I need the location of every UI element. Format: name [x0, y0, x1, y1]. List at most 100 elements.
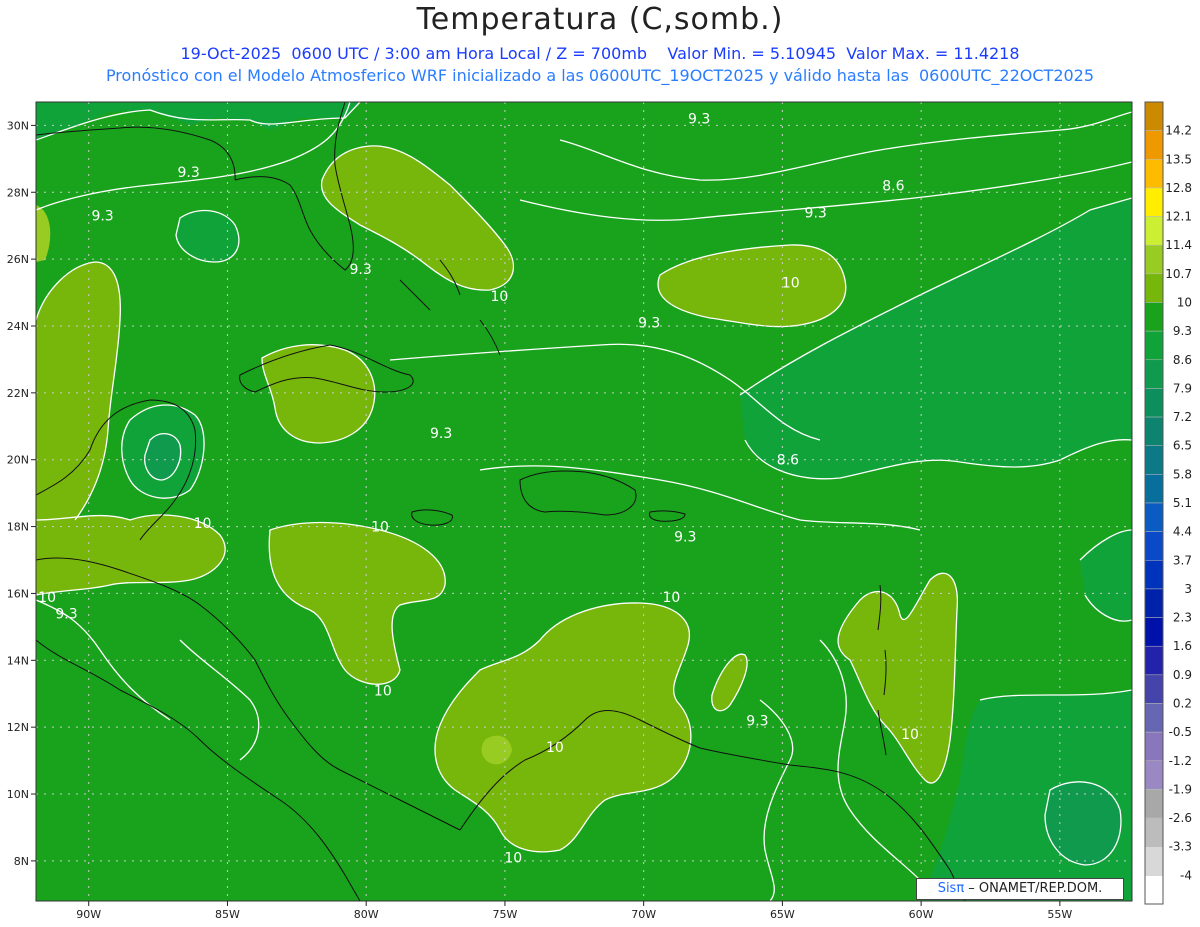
- contour-label: 10: [194, 516, 212, 532]
- colorbar-label: 8.6: [1173, 353, 1192, 367]
- contour-label: 9.3: [746, 713, 768, 729]
- contour-label: 9.3: [177, 165, 199, 181]
- contour-label: 9.3: [674, 530, 696, 546]
- colorbar-swatch: [1144, 187, 1164, 217]
- contour-label: 9.3: [55, 606, 77, 622]
- longitude-tick-label: 70W: [631, 908, 656, 921]
- latitude-tick-label: 28N: [7, 186, 29, 199]
- contour-label: 10: [38, 590, 56, 606]
- colorbar-swatch: [1144, 789, 1164, 819]
- latitude-tick-label: 12N: [7, 721, 29, 734]
- colorbar-swatch: [1144, 817, 1164, 847]
- colorbar-swatch: [1144, 531, 1164, 561]
- colorbar-swatch: [1144, 474, 1164, 504]
- colorbar-label: 7.2: [1173, 410, 1192, 424]
- latitude-tick-label: 16N: [7, 587, 29, 600]
- colorbar-label: 5.1: [1173, 496, 1192, 510]
- colorbar-swatch: [1144, 130, 1164, 160]
- colorbar-swatch: [1144, 216, 1164, 246]
- longitude-tick-label: 55W: [1047, 908, 1072, 921]
- credit-text: – ONAMET/REP.DOM.: [964, 881, 1103, 896]
- colorbar-swatch: [1144, 445, 1164, 475]
- latitude-tick-label: 26N: [7, 253, 29, 266]
- colorbar-label: 5.8: [1173, 467, 1192, 481]
- colorbar-swatch: [1144, 416, 1164, 446]
- colorbar-swatch: [1144, 703, 1164, 733]
- colorbar-label: 6.5: [1173, 439, 1192, 453]
- latitude-tick-label: 20N: [7, 454, 29, 467]
- latitude-tick-label: 22N: [7, 387, 29, 400]
- sispi-logo-text: Sisπ: [937, 881, 965, 896]
- colorbar-swatch: [1144, 388, 1164, 418]
- contour-label: 10: [901, 727, 919, 743]
- contour-label: 9.3: [638, 316, 660, 332]
- colorbar-label: 0.2: [1173, 697, 1192, 711]
- contour-label: 8.6: [882, 179, 904, 195]
- colorbar-label: 9.3: [1173, 324, 1192, 338]
- longitude-tick-label: 80W: [354, 908, 379, 921]
- colorbar-label: 10: [1177, 296, 1192, 310]
- colorbar-swatch: [1144, 560, 1164, 590]
- contour-label: 10: [371, 520, 389, 536]
- latitude-tick-label: 8N: [14, 855, 29, 868]
- colorbar-swatch: [1144, 588, 1164, 618]
- colorbar-swatch: [1144, 875, 1164, 905]
- latitude-tick-label: 18N: [7, 521, 29, 534]
- contour-label: 9.3: [430, 426, 452, 442]
- contour-label: 9.3: [350, 262, 372, 278]
- colorbar-label: 4.4: [1173, 525, 1192, 539]
- colorbar-swatch: [1144, 101, 1164, 131]
- colorbar-label: 13.5: [1165, 152, 1192, 166]
- colorbar: 14.2 13.5 12.8 12.1 11.4 10.7 10 9.3 8.6 7.9 7.2 6.…: [1144, 101, 1192, 905]
- longitude-tick-label: 65W: [770, 908, 795, 921]
- contour-label: 10: [490, 289, 508, 305]
- colorbar-swatch: [1144, 159, 1164, 189]
- longitude-tick-label: 75W: [492, 908, 517, 921]
- longitude-tick-label: 60W: [909, 908, 934, 921]
- colorbar-label: 7.9: [1173, 381, 1192, 395]
- colorbar-swatch: [1144, 846, 1164, 876]
- longitude-tick-label: 85W: [215, 908, 240, 921]
- colorbar-label: 10.7: [1165, 267, 1192, 281]
- temperature-map: 30N 28N 26N 24N 22N 20N 18N 16N 14N 12N 10N 8N 90W 8…: [7, 101, 1192, 921]
- colorbar-label: 11.4: [1165, 238, 1192, 252]
- colorbar-swatch: [1144, 302, 1164, 332]
- contour-label: 9.3: [805, 205, 827, 221]
- credit-box: Sisπ – ONAMET/REP.DOM.: [916, 878, 1124, 900]
- colorbar-label: 2.3: [1173, 611, 1192, 625]
- latitude-tick-label: 30N: [7, 119, 29, 132]
- colorbar-swatch: [1144, 617, 1164, 647]
- contour-label: 10: [662, 590, 680, 606]
- colorbar-label: 3.7: [1173, 553, 1192, 567]
- colorbar-label: 12.8: [1165, 181, 1192, 195]
- colorbar-label: -4: [1180, 868, 1192, 882]
- latitude-tick-label: 14N: [7, 654, 29, 667]
- colorbar-label: -3.3: [1169, 840, 1192, 854]
- latitude-tick-label: 24N: [7, 320, 29, 333]
- colorbar-swatch: [1144, 502, 1164, 532]
- latitude-tick-label: 10N: [7, 788, 29, 801]
- contour-label: 10: [782, 276, 800, 292]
- contour-label: 9.3: [91, 209, 113, 225]
- longitude-axis: 90W 85W 80W 75W 70W 65W 60W 55W: [76, 901, 1072, 921]
- colorbar-swatch: [1144, 674, 1164, 704]
- colorbar-swatch: [1144, 244, 1164, 275]
- colorbar-swatch: [1144, 273, 1164, 303]
- colorbar-label: 3: [1184, 582, 1192, 596]
- colorbar-swatch: [1144, 359, 1164, 389]
- colorbar-label: -0.5: [1169, 725, 1192, 739]
- colorbar-label: 1.6: [1173, 639, 1192, 653]
- colorbar-label: 0.9: [1173, 668, 1192, 682]
- colorbar-label: 12.1: [1165, 210, 1192, 224]
- contour-label: 10: [546, 740, 564, 756]
- colorbar-swatch: [1144, 330, 1164, 361]
- latitude-axis: 30N 28N 26N 24N 22N 20N 18N 16N 14N 12N 10N 8N: [7, 119, 36, 868]
- colorbar-swatch: [1144, 645, 1164, 676]
- contour-label: 8.6: [777, 453, 799, 469]
- longitude-tick-label: 90W: [76, 908, 101, 921]
- contour-label: 10: [374, 683, 392, 699]
- colorbar-label: -2.6: [1169, 811, 1192, 825]
- contour-label: 9.3: [688, 112, 710, 128]
- colorbar-swatch: [1144, 731, 1164, 762]
- contour-label: 10: [504, 851, 522, 867]
